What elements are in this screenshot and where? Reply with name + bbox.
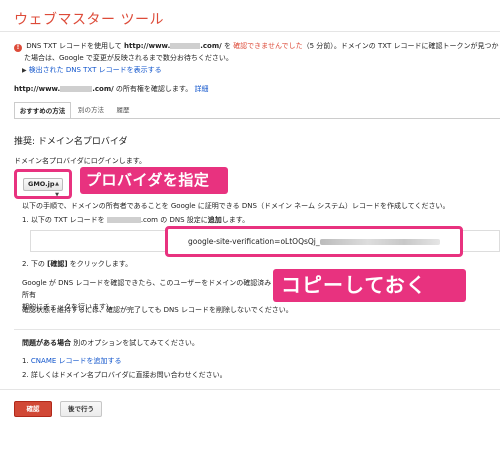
notice-prefix: DNS TXT レコードを使用して xyxy=(26,42,122,50)
step1-text: 1. 以下の TXT レコードを .com の DNS 設定に追加します。 xyxy=(22,215,249,225)
header-divider xyxy=(0,31,500,32)
detail-link[interactable]: 詳細 xyxy=(194,85,208,93)
provider-select-value: GMO.jp xyxy=(28,180,55,188)
intro-text: 以下の手順で、ドメインの所有者であることを Google に証明できる DNS（… xyxy=(22,202,450,210)
notice-rest: 。ドメインの TXT レコードに確認トークンが見つかりま xyxy=(333,42,500,50)
notice-elapsed: （5 分前） xyxy=(302,42,334,50)
cname-link[interactable]: CNAME レコードを追加する xyxy=(31,357,122,365)
keep-record-note: 確認状態を維持するには、確認が完了しても DNS レコードを削除しないでください… xyxy=(22,306,293,314)
step1-suffix: の DNS 設定に xyxy=(160,216,208,224)
para1-line1: Google が DNS レコードを確認できたら、このユーザーをドメインの確認済… xyxy=(22,279,272,299)
notice-line2: た場合は、Google で変更が反映されるまで数分お待ちください。 xyxy=(24,54,233,62)
tab-history[interactable]: 履歴 xyxy=(111,102,135,119)
provider-select[interactable]: GMO.jp ▲ ▼ xyxy=(23,178,63,198)
page-title: ウェブマスター ツール xyxy=(14,12,164,28)
login-instruction: ドメイン名プロバイダにログインします。 xyxy=(14,157,147,165)
step2-text: 2. 下の [確認] をクリックします。 xyxy=(22,259,132,269)
ownership-line: http://www. .com/ の所有権を確認します。 詳細 xyxy=(14,84,208,94)
step1-end: します。 xyxy=(221,216,250,224)
txt-record-highlight[interactable]: google-site-verification=oLtOQsQj_ xyxy=(165,226,463,257)
error-icon: ! xyxy=(14,44,22,52)
expand-triangle-icon: ▶ xyxy=(22,67,27,74)
owner-url-end: .com/ xyxy=(92,85,114,93)
option-1: 1. CNAME レコードを追加する xyxy=(22,356,122,366)
verify-button[interactable]: 確認 xyxy=(14,401,52,417)
step2-prefix: 2. 下の xyxy=(22,260,45,268)
provider-callout: プロバイダを指定 xyxy=(80,167,228,194)
notice-mid: を xyxy=(223,42,231,50)
txt-record-text: google-site-verification=oLtOQsQj_ xyxy=(188,237,320,246)
redacted-domain xyxy=(170,43,201,49)
notice-url-start: http://www. xyxy=(124,42,171,50)
step1-domain-suffix: .com xyxy=(140,216,158,224)
notice-status: 確認できませんでした xyxy=(233,42,303,50)
step1-prefix: 1. 以下の TXT レコードを xyxy=(22,216,105,224)
opt1-prefix: 1. xyxy=(22,357,29,365)
problem-line: 問題がある場合 別のオプションを試してみてください。 xyxy=(22,338,199,348)
tab-recommended[interactable]: おすすめの方法 xyxy=(14,102,71,119)
section-title: 推奨: ドメイン名プロバイダ xyxy=(14,137,128,147)
step2-suffix: をクリックします。 xyxy=(69,260,133,268)
problem-text: 別のオプションを試してみてください。 xyxy=(73,339,199,347)
redacted-domain xyxy=(60,86,93,92)
redacted-domain xyxy=(106,217,141,223)
step1-bold: 追加 xyxy=(207,216,222,224)
later-button[interactable]: 後で行う xyxy=(60,401,102,417)
problem-bold: 問題がある場合 xyxy=(22,339,71,347)
show-dns-record-link[interactable]: ▶ 検出された DNS TXT レコードを表示する xyxy=(22,65,162,75)
blurred-token xyxy=(319,239,440,245)
copy-callout: コピーしておく xyxy=(273,269,466,302)
footer-divider xyxy=(0,389,500,390)
tab-alternate[interactable]: 別の方法 xyxy=(74,102,108,119)
owner-url-start: http://www. xyxy=(14,85,61,93)
provider-highlight-box: GMO.jp ▲ ▼ xyxy=(14,169,72,199)
notice-url-end: .com/ xyxy=(200,42,222,50)
step2-bold: [確認] xyxy=(47,260,68,268)
section-divider xyxy=(14,329,500,330)
select-arrows-icon: ▲ ▼ xyxy=(55,181,59,198)
owner-text: の所有権を確認します。 xyxy=(115,85,193,93)
show-dns-record-label: 検出された DNS TXT レコードを表示する xyxy=(28,66,162,74)
tab-divider xyxy=(14,118,500,119)
verification-error-notice: ! DNS TXT レコードを使用して http://www. .com/ を 確… xyxy=(14,41,500,52)
option-2: 2. 詳しくはドメイン名プロバイダに直接お問い合わせください。 xyxy=(22,371,227,379)
txt-record-value[interactable]: google-site-verification=oLtOQsQj_ xyxy=(188,237,440,246)
